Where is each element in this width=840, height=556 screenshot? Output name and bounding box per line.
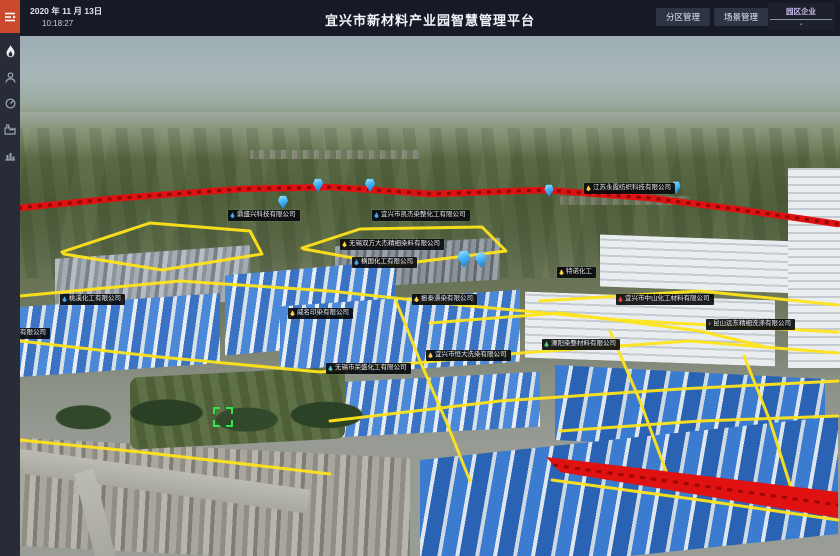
company-marker-icon — [544, 341, 549, 347]
fire-icon[interactable] — [0, 38, 20, 64]
menu-icon[interactable] — [0, 0, 20, 33]
gauge-icon[interactable] — [0, 90, 20, 116]
left-sidebar — [0, 0, 20, 556]
company-name: 横国化工有限公司 — [361, 259, 413, 266]
company-label[interactable]: 溧阳染整材料有限公司 — [542, 339, 620, 350]
company-name: 振泰漂染有限公司 — [421, 296, 473, 303]
location-marker-icon[interactable] — [475, 252, 488, 268]
company-name: 鼎盛兴科技有限公司 — [237, 212, 296, 219]
company-name: 宜兴市凯杰染整化工有限公司 — [381, 212, 466, 219]
company-label[interactable]: 无锡双方大杰精细染料有限公司 — [340, 239, 444, 250]
date-label: 2020 年 11 月 13日 — [30, 5, 102, 17]
company-marker-icon — [290, 310, 295, 316]
company-marker-icon — [230, 212, 235, 218]
scene-manage-button[interactable]: 场景管理 — [714, 8, 768, 26]
park-enterprise-dropdown[interactable]: 园区企业 ⌄ — [768, 3, 834, 30]
company-label[interactable]: ♪昆山远东精细洗涤有限公司 — [706, 319, 795, 330]
zone-manage-button[interactable]: 分区管理 — [656, 8, 710, 26]
company-name: 无锡双方大杰精细染料有限公司 — [349, 241, 440, 248]
company-name: 宜兴市恒大洗染有限公司 — [435, 352, 507, 359]
company-marker-icon — [62, 296, 67, 302]
company-marker-icon: ♪ — [708, 321, 711, 327]
company-marker-icon — [342, 241, 347, 247]
company-name: 溧阳染整材料有限公司 — [551, 341, 616, 348]
smart-park-platform: { "header": { "date": "2020 年 11 月 13日",… — [0, 0, 840, 556]
company-marker-icon — [586, 185, 591, 191]
company-name: 特诺化工 — [566, 269, 592, 276]
location-marker-icon[interactable] — [457, 250, 471, 268]
page-title: 宜兴市新材料产业园智慧管理平台 — [325, 10, 535, 29]
user-icon[interactable] — [0, 64, 20, 90]
location-marker-icon[interactable] — [313, 178, 324, 192]
factory-icon[interactable] — [0, 116, 20, 142]
company-label[interactable]: 横国化工有限公司 — [352, 257, 417, 268]
company-marker-icon — [414, 296, 419, 302]
company-marker-icon — [354, 259, 359, 265]
dropdown-label: 园区企业 — [768, 3, 834, 17]
location-marker-icon[interactable] — [278, 195, 289, 209]
company-name: 江苏永霞纺织科技有限公司 — [593, 185, 671, 192]
company-marker-icon — [428, 352, 433, 358]
selection-bracket — [213, 407, 233, 427]
bar-chart-icon[interactable] — [0, 142, 20, 168]
company-label[interactable]: 宜兴市凯杰染整化工有限公司 — [372, 210, 470, 221]
company-label[interactable]: 宜兴市中山化工材料有限公司 — [616, 294, 714, 305]
company-name: 宜兴市中山化工材料有限公司 — [625, 296, 710, 303]
company-label[interactable]: 无锡市荣盛化工有限公司 — [326, 363, 411, 374]
company-label[interactable]: 鼎盛兴科技有限公司 — [228, 210, 300, 221]
company-name: 昆山远东精细洗涤有限公司 — [713, 321, 791, 328]
time-label: 10:18:27 — [42, 19, 73, 28]
location-marker-icon[interactable] — [365, 178, 376, 192]
chevron-down-icon: ⌄ — [768, 20, 834, 28]
company-name: 桃溪化工有限公司 — [69, 296, 121, 303]
map-3d-view[interactable]: 鼎盛兴科技有限公司 宜兴市凯杰染整化工有限公司 江苏永霞纺织科技有限公司无锡双方大杰… — [0, 0, 840, 556]
company-label[interactable]: 威名印染有限公司 — [288, 308, 353, 319]
company-label[interactable]: 振泰漂染有限公司 — [412, 294, 477, 305]
company-name: 威名印染有限公司 — [297, 310, 349, 317]
company-label[interactable]: 特诺化工 — [557, 267, 596, 278]
company-label[interactable]: 桃溪化工有限公司 — [60, 294, 125, 305]
company-label[interactable]: 江苏永霞纺织科技有限公司 — [584, 183, 675, 194]
top-header: 2020 年 11 月 13日 10:18:27 宜兴市新材料产业园智慧管理平台… — [20, 0, 840, 36]
location-marker-icon[interactable] — [544, 184, 554, 197]
company-marker-icon — [559, 269, 564, 275]
company-marker-icon — [618, 296, 623, 302]
company-marker-icon — [328, 365, 333, 371]
company-marker-icon — [374, 212, 379, 218]
company-name: 无锡市荣盛化工有限公司 — [335, 365, 407, 372]
company-label[interactable]: 宜兴市恒大洗染有限公司 — [426, 350, 511, 361]
